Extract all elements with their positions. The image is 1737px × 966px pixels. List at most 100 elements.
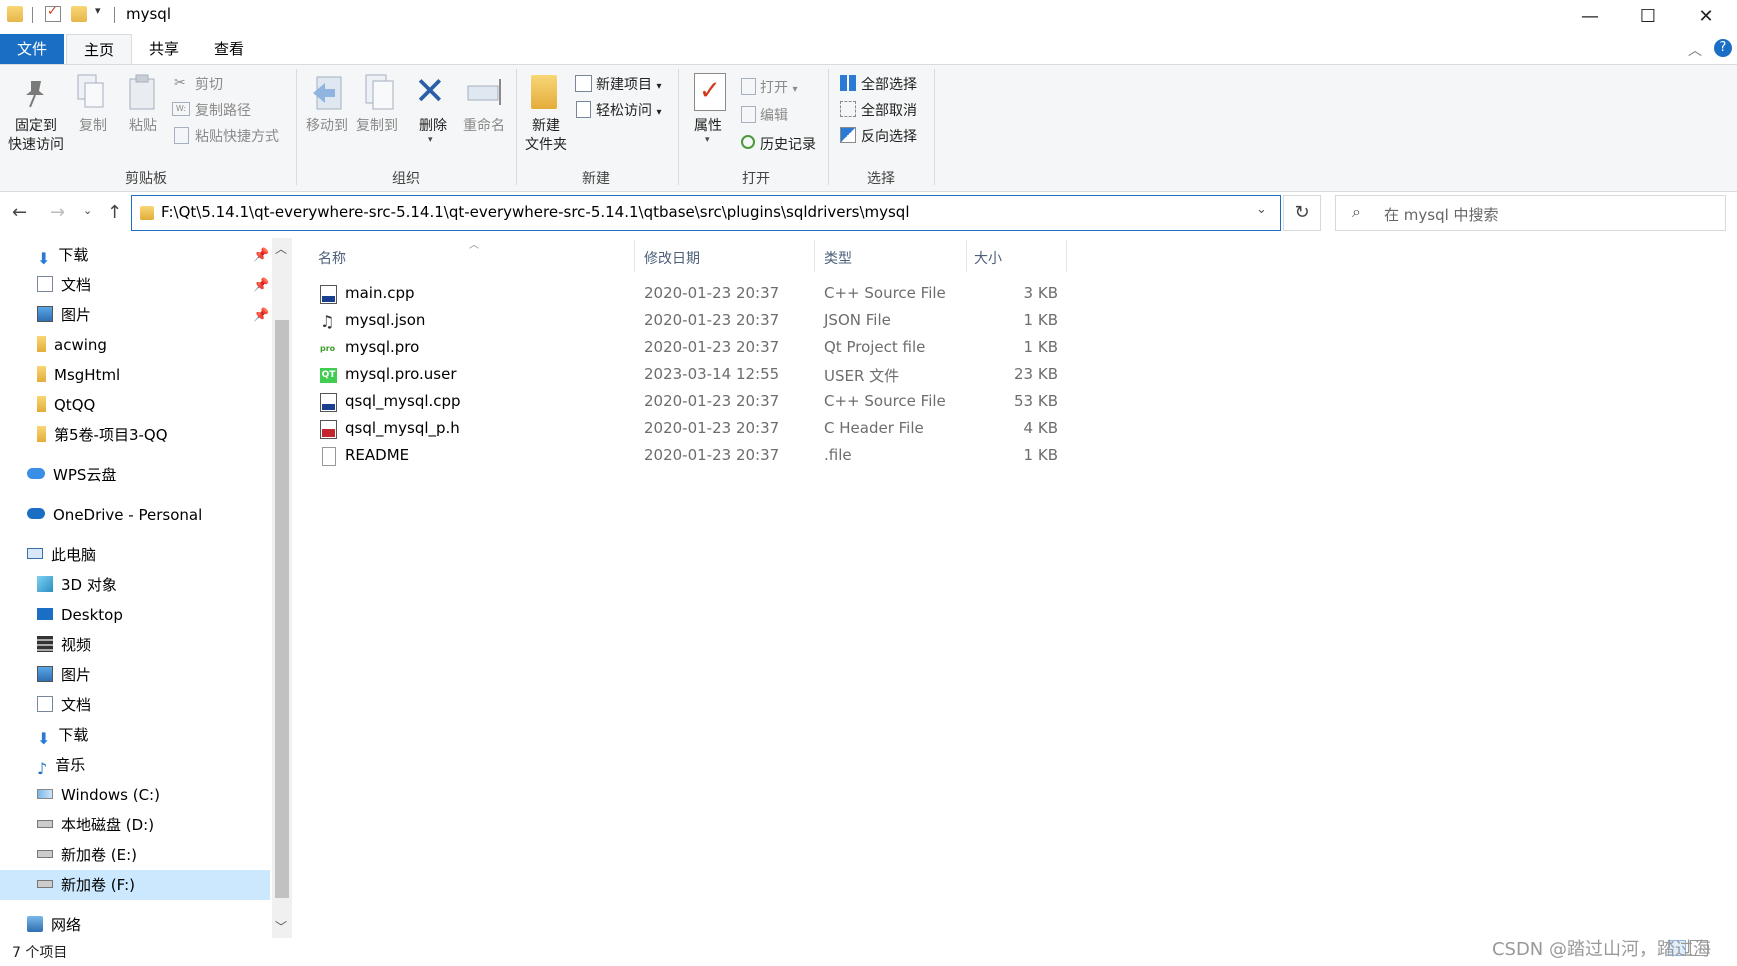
new-folder-button[interactable]: 新建 文件夹 bbox=[518, 117, 574, 155]
search-box[interactable]: ⌕ 在 mysql 中搜索 bbox=[1335, 195, 1726, 231]
customize-quick-access-icon[interactable]: ▾ bbox=[95, 4, 111, 20]
nav-item-videos[interactable]: 视频 bbox=[37, 632, 91, 658]
copy-to-button[interactable]: 复制到 bbox=[352, 117, 402, 136]
rename-button[interactable]: 重命名 bbox=[458, 117, 510, 136]
properties-check-icon[interactable]: ✓ bbox=[45, 4, 61, 22]
new-folder-icon bbox=[531, 75, 557, 109]
nav-item-acwing[interactable]: acwing bbox=[37, 332, 107, 358]
nav-item-drive-f[interactable]: 新加卷 (F:) bbox=[37, 872, 135, 898]
maximize-button[interactable]: ☐ bbox=[1619, 0, 1677, 32]
history-button[interactable]: 历史记录 bbox=[760, 134, 816, 154]
nav-item-documents-pc[interactable]: 文档 bbox=[37, 692, 91, 718]
pin-icon[interactable]: 📌 bbox=[253, 308, 269, 323]
file-name: README bbox=[345, 446, 410, 464]
nav-item-music[interactable]: ♪ 音乐 bbox=[37, 752, 85, 778]
nav-item-pictures[interactable]: 图片 bbox=[37, 302, 91, 328]
paste-button[interactable]: 粘贴 bbox=[122, 117, 164, 136]
file-size: 3 KB bbox=[1023, 284, 1058, 302]
pin-icon[interactable]: 📌 bbox=[253, 248, 269, 263]
new-folder-quick-icon[interactable] bbox=[71, 6, 87, 22]
delete-dropdown-icon[interactable]: ▾ bbox=[428, 135, 433, 145]
nav-item-volume5[interactable]: 第5卷-项目3-QQ bbox=[37, 422, 168, 448]
pin-icon[interactable]: 📌 bbox=[253, 278, 269, 293]
file-row[interactable]: qsql_mysql_p.h 2020-01-23 20:37 C Header… bbox=[318, 416, 1063, 443]
address-path[interactable]: F:\Qt\5.14.1\qt-everywhere-src-5.14.1\qt… bbox=[161, 203, 910, 221]
refresh-icon[interactable]: ↻ bbox=[1283, 195, 1321, 231]
select-none-button[interactable]: 全部取消 bbox=[861, 100, 917, 120]
file-row[interactable]: main.cpp 2020-01-23 20:37 C++ Source Fil… bbox=[318, 281, 1063, 308]
scroll-up-icon[interactable]: ︿ bbox=[275, 240, 287, 257]
paste-shortcut-icon bbox=[174, 127, 189, 144]
file-date: 2020-01-23 20:37 bbox=[644, 392, 780, 410]
address-bar[interactable]: F:\Qt\5.14.1\qt-everywhere-src-5.14.1\qt… bbox=[131, 195, 1281, 231]
nav-item-network[interactable]: 网络 bbox=[27, 912, 81, 938]
pin-label-2: 快速访问 bbox=[8, 137, 64, 153]
nav-item-wps-cloud[interactable]: WPS云盘 bbox=[27, 462, 116, 488]
computer-icon bbox=[27, 548, 43, 559]
nav-item-msghtml[interactable]: MsgHtml bbox=[37, 362, 120, 388]
network-icon bbox=[27, 915, 43, 932]
file-row[interactable]: QT mysql.pro.user 2023-03-14 12:55 USER … bbox=[318, 362, 1063, 389]
file-name: qsql_mysql.cpp bbox=[345, 392, 461, 410]
back-arrow-icon[interactable]: ← bbox=[12, 202, 27, 223]
properties-button[interactable]: 属性 bbox=[684, 117, 732, 136]
pin-to-quick-access-button[interactable]: 固定到 快速访问 bbox=[2, 117, 70, 155]
new-item-button[interactable]: 新建项目 ▾ bbox=[596, 74, 661, 94]
nav-item-pictures-pc[interactable]: 图片 bbox=[37, 662, 91, 688]
select-all-button[interactable]: 全部选择 bbox=[861, 74, 917, 94]
paste-shortcut-button[interactable]: 粘贴快捷方式 bbox=[195, 126, 279, 146]
file-row[interactable]: ♫ mysql.json 2020-01-23 20:37 JSON File … bbox=[318, 308, 1063, 335]
properties-dropdown-icon[interactable]: ▾ bbox=[705, 135, 710, 145]
address-dropdown-icon[interactable]: ⌄ bbox=[1256, 202, 1267, 217]
column-divider[interactable] bbox=[814, 240, 815, 272]
column-header-type[interactable]: 类型 bbox=[824, 248, 852, 268]
picture-icon bbox=[37, 665, 53, 682]
tab-share[interactable]: 共享 bbox=[132, 34, 196, 64]
nav-item-drive-d[interactable]: 本地磁盘 (D:) bbox=[37, 812, 154, 838]
close-button[interactable]: ✕ bbox=[1677, 0, 1735, 32]
ribbon: 固定到 快速访问 复制 粘贴 ✂ 剪切 W: 复制路径 粘贴快捷方式 剪贴板 移… bbox=[0, 64, 1737, 192]
invert-selection-button[interactable]: 反向选择 bbox=[861, 126, 917, 146]
column-divider[interactable] bbox=[966, 240, 967, 272]
column-header-date[interactable]: 修改日期 bbox=[644, 248, 700, 268]
minimize-button[interactable]: — bbox=[1561, 0, 1619, 32]
tab-home[interactable]: 主页 bbox=[66, 34, 132, 65]
column-header-size[interactable]: 大小 bbox=[974, 248, 1002, 268]
group-divider bbox=[828, 69, 829, 185]
nav-item-this-pc[interactable]: 此电脑 bbox=[27, 542, 96, 568]
column-divider[interactable] bbox=[634, 240, 635, 272]
file-row[interactable]: qsql_mysql.cpp 2020-01-23 20:37 C++ Sour… bbox=[318, 389, 1063, 416]
nav-item-drive-e[interactable]: 新加卷 (E:) bbox=[37, 842, 137, 868]
easy-access-button[interactable]: 轻松访问 ▾ bbox=[596, 100, 661, 120]
collapse-ribbon-icon[interactable]: ︿ bbox=[1688, 40, 1702, 60]
nav-item-desktop[interactable]: Desktop bbox=[37, 602, 123, 628]
nav-scrollbar-thumb[interactable] bbox=[275, 320, 289, 898]
nav-item-downloads-pc[interactable]: ⬇ 下载 bbox=[37, 722, 88, 748]
tab-file[interactable]: 文件 bbox=[0, 34, 64, 64]
recent-locations-chevron-icon[interactable]: ⌄ bbox=[83, 204, 92, 217]
nav-item-drive-c[interactable]: Windows (C:) bbox=[37, 782, 160, 808]
nav-item-documents[interactable]: 文档 bbox=[37, 272, 91, 298]
delete-button[interactable]: 删除 bbox=[410, 117, 456, 136]
file-row[interactable]: pro mysql.pro 2020-01-23 20:37 Qt Projec… bbox=[318, 335, 1063, 362]
nav-item-onedrive[interactable]: OneDrive - Personal bbox=[27, 502, 202, 528]
cube-icon bbox=[37, 575, 53, 592]
file-row[interactable]: README 2020-01-23 20:37 .file 1 KB bbox=[318, 443, 1063, 470]
tab-view[interactable]: 查看 bbox=[197, 34, 261, 64]
open-button[interactable]: 打开 ▾ bbox=[760, 77, 797, 97]
nav-item-downloads[interactable]: ⬇ 下载 bbox=[37, 242, 88, 268]
move-to-button[interactable]: 移动到 bbox=[302, 117, 352, 136]
edit-button[interactable]: 编辑 bbox=[760, 105, 788, 125]
search-placeholder[interactable]: 在 mysql 中搜索 bbox=[1384, 204, 1499, 225]
forward-arrow-icon[interactable]: → bbox=[50, 202, 65, 223]
copy-path-button[interactable]: 复制路径 bbox=[195, 100, 251, 120]
column-header-name[interactable]: 名称 bbox=[318, 248, 346, 268]
nav-item-3d-objects[interactable]: 3D 对象 bbox=[37, 572, 117, 598]
up-arrow-icon[interactable]: ↑ bbox=[107, 202, 122, 223]
scroll-down-icon[interactable]: ﹀ bbox=[275, 918, 287, 935]
copy-button[interactable]: 复制 bbox=[72, 117, 114, 136]
help-icon[interactable]: ? bbox=[1714, 39, 1732, 57]
nav-item-qtqq[interactable]: QtQQ bbox=[37, 392, 95, 418]
cut-button[interactable]: 剪切 bbox=[195, 74, 223, 94]
column-divider[interactable] bbox=[1066, 240, 1067, 272]
